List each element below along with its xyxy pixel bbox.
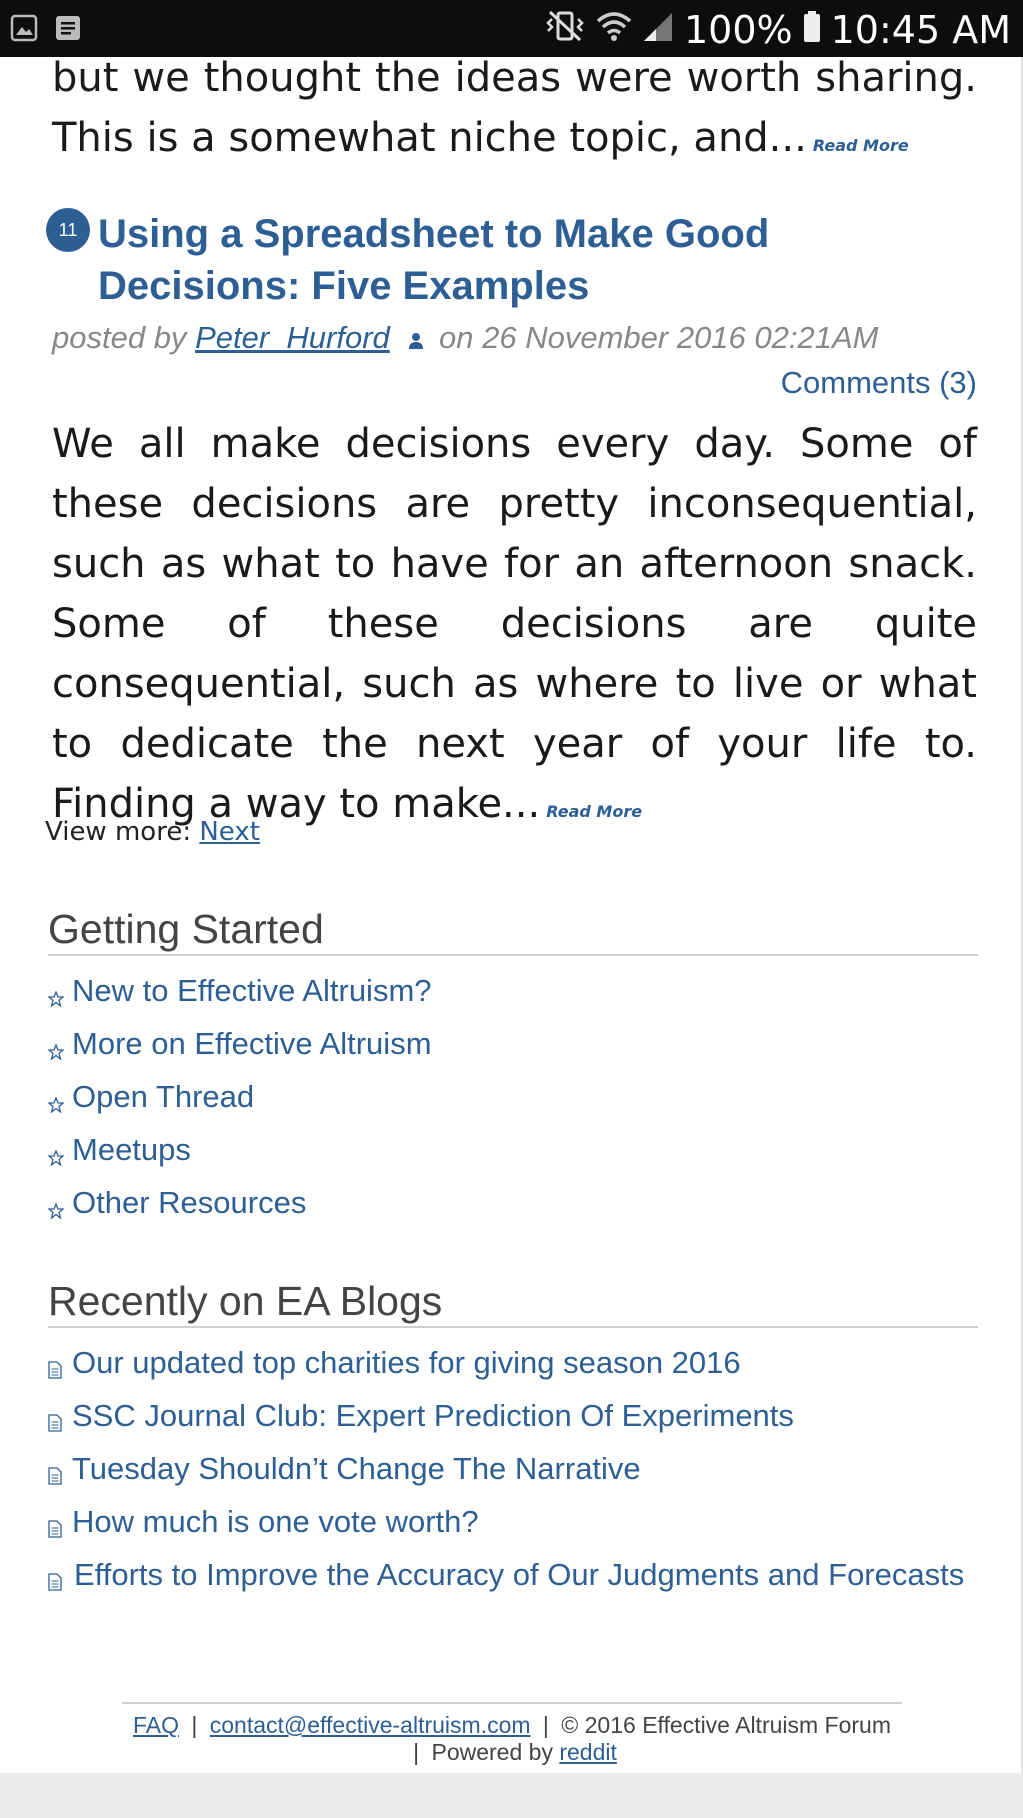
faq-link[interactable]: FAQ: [133, 1712, 179, 1738]
gallery-notification-icon: [10, 14, 38, 46]
footer: FAQ | contact@effective-altruism.com | ©…: [122, 1712, 902, 1766]
document-icon: [48, 1448, 62, 1501]
wifi-icon: [596, 8, 632, 52]
link-open-thread[interactable]: Open Thread: [72, 1079, 254, 1114]
blog-link-tuesday[interactable]: Tuesday Shouldn’t Change The Narrative: [72, 1451, 641, 1486]
notification-icons: [10, 14, 82, 46]
list-item[interactable]: How much is one vote worth?: [48, 1495, 978, 1548]
footer-divider: [122, 1702, 902, 1704]
document-icon: [48, 1342, 62, 1395]
star-icon: [47, 1129, 65, 1182]
document-icon: [48, 1501, 62, 1554]
contact-email-link[interactable]: contact@effective-altruism.com: [210, 1712, 531, 1738]
list-item[interactable]: SSC Journal Club: Expert Prediction Of E…: [48, 1389, 978, 1442]
link-more-on-ea[interactable]: More on Effective Altruism: [72, 1026, 432, 1061]
clock: 10:45 AM: [830, 8, 1011, 52]
list-item[interactable]: New to Effective Altruism?: [47, 964, 978, 1017]
battery-percent: 100%: [683, 8, 793, 52]
pagination: View more: Next: [45, 817, 260, 847]
post-title-link[interactable]: Using a Spreadsheet to Make Good Decisio…: [98, 208, 958, 312]
rank-badge: 11: [46, 208, 90, 252]
star-icon: [47, 1182, 65, 1235]
link-meetups[interactable]: Meetups: [72, 1132, 191, 1167]
post-date: on 26 November 2016 02:21AM: [439, 320, 879, 355]
system-indicators: 100% 10:45 AM: [544, 8, 1011, 52]
next-page-link[interactable]: Next: [199, 817, 260, 847]
post-read-more-link[interactable]: Read More: [546, 802, 642, 821]
footer-separator: |: [191, 1712, 198, 1738]
powered-by-label: Powered by: [431, 1739, 553, 1765]
prev-excerpt-line-1: but we thought the ideas were worth shar…: [52, 55, 977, 101]
blog-link-one-vote[interactable]: How much is one vote worth?: [72, 1504, 479, 1539]
post-excerpt: We all make decisions every day. Some of…: [52, 414, 977, 842]
blog-link-accuracy[interactable]: Efforts to Improve the Accuracy of Our J…: [48, 1548, 978, 1601]
getting-started-list: New to Effective Altruism? More on Effec…: [47, 964, 978, 1229]
prev-read-more-link[interactable]: Read More: [813, 136, 909, 155]
link-other-resources[interactable]: Other Resources: [72, 1185, 306, 1220]
list-item[interactable]: Tuesday Shouldn’t Change The Narrative: [48, 1442, 978, 1495]
recent-blogs-heading: Recently on EA Blogs: [48, 1276, 978, 1328]
prev-excerpt-text: This is a somewhat niche topic, and...: [52, 115, 807, 161]
signal-icon: [642, 8, 674, 52]
list-item[interactable]: Our updated top charities for giving sea…: [48, 1336, 978, 1389]
list-item[interactable]: More on Effective Altruism: [47, 1017, 978, 1070]
document-notification-icon: [54, 14, 82, 46]
prev-post-excerpt: but we thought the ideas were worth shar…: [52, 48, 977, 176]
getting-started-section: Getting Started New to Effective Altruis…: [47, 904, 978, 1229]
star-icon: [47, 1076, 65, 1129]
list-item[interactable]: Other Resources: [47, 1176, 978, 1229]
recent-blogs-list: Our updated top charities for giving sea…: [48, 1336, 978, 1601]
comments-link[interactable]: Comments (3): [781, 365, 977, 401]
page-bottom-area: [0, 1773, 1023, 1818]
document-icon: [48, 1395, 62, 1448]
list-item[interactable]: Meetups: [47, 1123, 978, 1176]
footer-separator: |: [542, 1712, 549, 1738]
reddit-link[interactable]: reddit: [559, 1739, 617, 1765]
blog-link-top-charities[interactable]: Our updated top charities for giving sea…: [72, 1345, 741, 1380]
blog-link-ssc-journal-club[interactable]: SSC Journal Club: Expert Prediction Of E…: [72, 1398, 794, 1433]
footer-separator: |: [413, 1739, 420, 1765]
vibrate-mute-icon: [544, 8, 586, 52]
list-item[interactable]: Efforts to Improve the Accuracy of Our J…: [48, 1548, 978, 1601]
document-icon: [48, 1554, 62, 1607]
post-meta: posted by Peter_Hurford on 26 November 2…: [52, 320, 878, 358]
posted-by-label: posted by: [52, 320, 187, 355]
author-link[interactable]: Peter_Hurford: [195, 320, 390, 355]
recent-blogs-section: Recently on EA Blogs Our updated top cha…: [48, 1276, 978, 1601]
view-more-label: View more:: [45, 817, 192, 847]
star-icon: [47, 970, 65, 1023]
copyright-text: © 2016 Effective Altruism Forum: [561, 1712, 892, 1738]
getting-started-heading: Getting Started: [48, 904, 978, 956]
battery-icon: [803, 8, 821, 52]
list-item[interactable]: Open Thread: [47, 1070, 978, 1123]
user-icon: [408, 322, 424, 358]
post-excerpt-text: We all make decisions every day. Some of…: [52, 421, 977, 827]
prev-excerpt-line-2: This is a somewhat niche topic, and... Re…: [52, 108, 977, 176]
star-icon: [47, 1023, 65, 1076]
link-new-to-ea[interactable]: New to Effective Altruism?: [72, 973, 432, 1008]
